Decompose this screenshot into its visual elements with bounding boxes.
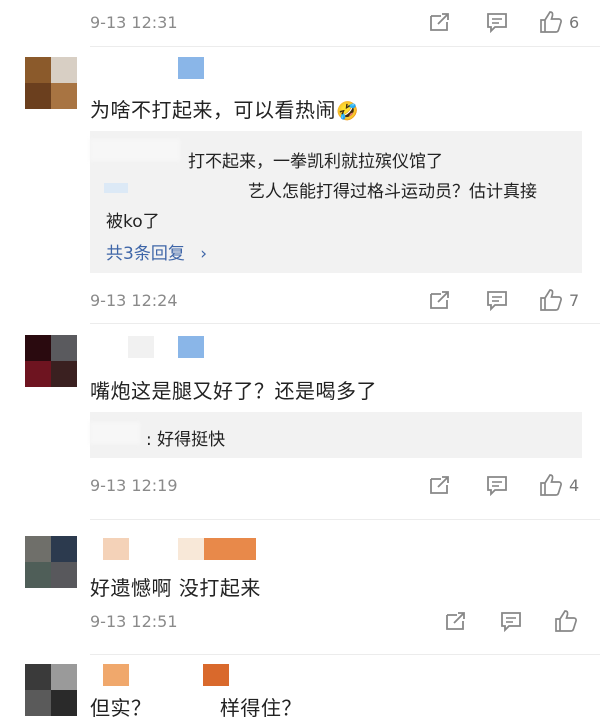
timestamp: 9-13 12:51 (90, 612, 178, 631)
comment-button[interactable] (486, 288, 508, 312)
comment-2-meta: 9-13 12:19 4 (90, 473, 582, 499)
divider (90, 654, 600, 655)
more-replies-link[interactable]: 共3条回复 › (106, 239, 207, 264)
level-badge (204, 538, 256, 560)
share-icon (430, 291, 449, 309)
like-count: 4 (569, 475, 580, 495)
comment-0-meta: 9-13 12:31 6 (90, 10, 582, 36)
like-count: 7 (569, 290, 580, 310)
avatar[interactable] (25, 57, 77, 109)
reply-text-continued: 被ko了 (106, 212, 160, 232)
comment-icon (487, 13, 507, 33)
comment-icon (501, 612, 521, 632)
chevron-right-icon: › (200, 244, 208, 264)
reply-box[interactable]: 打不起来，一拳凯利就拉殡仪馆了 艺人怎能打得过格斗运动员？估计真接 被ko了 共… (90, 131, 582, 273)
vip-badge (178, 57, 204, 79)
like-button[interactable]: 7 (539, 288, 579, 312)
reply-text: 打不起来，一拳凯利就拉殡仪馆了 (188, 152, 443, 172)
divider (90, 323, 600, 324)
thumbs-up-icon (540, 11, 562, 33)
comment-3-meta: 9-13 12:51 (90, 609, 582, 635)
comment-icon (487, 291, 507, 311)
laughing-emoji-icon: 🤣 (336, 101, 359, 122)
comment-text: 为啥不打起来，可以看热闹🤣 (90, 98, 359, 122)
divider (90, 519, 600, 520)
reply-text: : 好得挺快 (146, 430, 226, 450)
avatar[interactable] (25, 664, 77, 716)
comment-icon (487, 476, 507, 496)
blurred-username (90, 139, 180, 161)
like-button[interactable] (554, 609, 578, 633)
blurred-username (178, 538, 204, 560)
comment-button[interactable] (500, 609, 522, 633)
divider (90, 46, 600, 47)
like-button[interactable]: 6 (539, 10, 579, 34)
avatar[interactable] (25, 536, 77, 588)
share-button[interactable] (428, 473, 452, 497)
share-icon (446, 612, 465, 630)
comment-1-meta: 9-13 12:24 7 (90, 288, 582, 314)
share-button[interactable] (428, 10, 452, 34)
comment-text: 嘴炮这是腿又好了？还是喝多了 (90, 379, 377, 403)
share-icon (430, 476, 449, 494)
vip-badge (178, 336, 204, 358)
comment-button[interactable] (486, 10, 508, 34)
timestamp: 9-13 12:19 (90, 476, 178, 495)
timestamp: 9-13 12:31 (90, 13, 178, 32)
reply-text: 艺人怎能打得过格斗运动员？估计真接 (248, 182, 537, 202)
blurred-username (103, 538, 129, 560)
thumbs-up-icon (540, 289, 562, 311)
blurred-username (103, 664, 129, 686)
comment-button[interactable] (486, 473, 508, 497)
timestamp: 9-13 12:24 (90, 291, 178, 310)
share-button[interactable] (428, 288, 452, 312)
thumbs-up-icon (540, 474, 562, 496)
like-button[interactable]: 4 (539, 473, 579, 497)
thumbs-up-icon (555, 610, 577, 632)
share-icon (430, 13, 449, 31)
vip-badge (104, 183, 128, 193)
avatar[interactable] (25, 335, 77, 387)
reply-box[interactable]: : 好得挺快 (90, 412, 582, 458)
share-button[interactable] (444, 609, 468, 633)
like-count: 6 (569, 12, 580, 32)
blurred-username (90, 422, 140, 444)
comment-text: 但实？ 样得住？ (90, 696, 302, 720)
level-badge (203, 664, 229, 686)
comment-text: 好遗憾啊 没打起来 (90, 576, 261, 600)
blurred-username (128, 336, 154, 358)
